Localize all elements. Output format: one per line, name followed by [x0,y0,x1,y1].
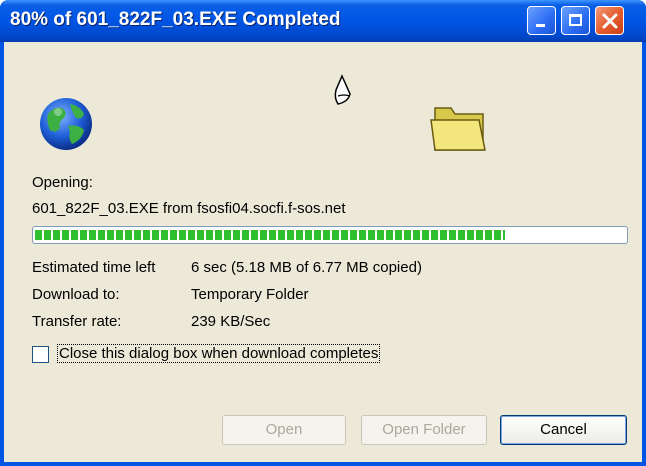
minimize-icon [536,24,545,27]
transfer-rate-value: 239 KB/Sec [191,313,271,330]
close-button[interactable] [595,6,624,35]
maximize-icon [569,14,582,26]
globe-icon [40,98,92,150]
folder-icon [430,107,486,151]
time-left-value: 6 sec (5.18 MB of 6.77 MB copied) [191,259,422,276]
download-to-value: Temporary Folder [191,286,309,303]
download-to-label: Download to: [32,286,120,303]
file-source-text: 601_822F_03.EXE from fsosfi04.socfi.f-so… [32,200,346,217]
transfer-rate-label: Transfer rate: [32,313,122,330]
close-icon [602,13,618,29]
close-when-done-label[interactable]: Close this dialog box when download comp… [56,344,381,363]
progress-fill [35,230,505,240]
flying-paper-icon [334,74,351,105]
download-progress-bar [32,226,628,244]
opening-label: Opening: [32,174,93,191]
cancel-button[interactable]: Cancel [500,415,627,445]
open-button[interactable]: Open [222,415,346,445]
open-folder-button[interactable]: Open Folder [361,415,487,445]
title-bar[interactable]: 80% of 601_822F_03.EXE Completed [0,0,646,42]
minimize-button[interactable] [527,6,556,35]
window-title: 80% of 601_822F_03.EXE Completed [10,9,341,30]
close-when-done-checkbox[interactable] [32,346,49,363]
maximize-button[interactable] [561,6,590,35]
time-left-label: Estimated time left [32,259,156,276]
